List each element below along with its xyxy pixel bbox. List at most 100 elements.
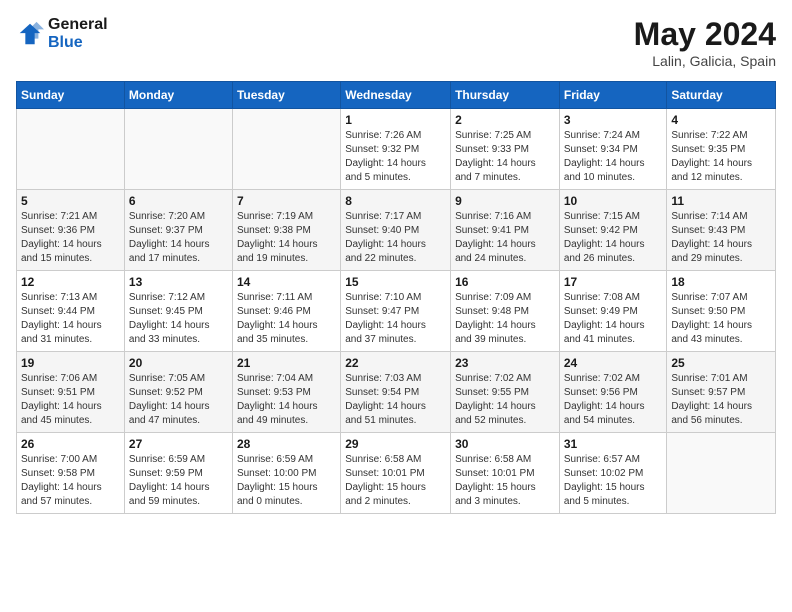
calendar-cell: 8 Sunrise: 7:17 AM Sunset: 9:40 PM Daylig…: [341, 190, 451, 271]
day-number: 29: [345, 437, 446, 451]
calendar-week-row: 26Sunrise: 7:00 AM Sunset: 9:58 PM Dayli…: [17, 433, 776, 514]
day-number: 13: [129, 275, 228, 289]
calendar-table: SundayMondayTuesdayWednesdayThursdayFrid…: [16, 81, 776, 514]
logo-icon: [16, 20, 44, 48]
calendar-cell: 10Sunrise: 7:15 AM Sunset: 9:42 PM Dayli…: [559, 190, 667, 271]
weekday-header: Thursday: [451, 82, 560, 109]
page-header: General Blue May 2024 Lalin, Galicia, Sp…: [16, 16, 776, 69]
day-number: 28: [237, 437, 336, 451]
month-year: May 2024: [634, 16, 776, 53]
calendar-cell: 30 Sunrise: 6:58 AM Sunset: 10:01 PM Dayl…: [451, 433, 560, 514]
calendar-cell: 29 Sunrise: 6:58 AM Sunset: 10:01 PM Dayl…: [341, 433, 451, 514]
day-number: 30: [455, 437, 555, 451]
day-number: 23: [455, 356, 555, 370]
calendar-cell: 4 Sunrise: 7:22 AM Sunset: 9:35 PM Daylig…: [667, 109, 776, 190]
day-info: Sunrise: 7:05 AM Sunset: 9:52 PM Dayligh…: [129, 372, 228, 428]
day-number: 9: [455, 194, 555, 208]
calendar-cell: [667, 433, 776, 514]
calendar-cell: 12Sunrise: 7:13 AM Sunset: 9:44 PM Dayli…: [17, 271, 125, 352]
calendar-cell: 31 Sunrise: 6:57 AM Sunset: 10:02 PM Dayl…: [559, 433, 667, 514]
day-number: 12: [21, 275, 120, 289]
calendar-cell: 24 Sunrise: 7:02 AM Sunset: 9:56 PM Dayli…: [559, 352, 667, 433]
day-info: Sunrise: 7:16 AM Sunset: 9:41 PM Dayligh…: [455, 210, 555, 266]
day-info: Sunrise: 7:08 AM Sunset: 9:49 PM Dayligh…: [564, 291, 663, 347]
calendar-cell: 17Sunrise: 7:08 AM Sunset: 9:49 PM Dayli…: [559, 271, 667, 352]
day-info: Sunrise: 7:07 AM Sunset: 9:50 PM Dayligh…: [671, 291, 771, 347]
calendar-cell: 25 Sunrise: 7:01 AM Sunset: 9:57 PM Dayli…: [667, 352, 776, 433]
calendar-cell: 23Sunrise: 7:02 AM Sunset: 9:55 PM Dayli…: [451, 352, 560, 433]
day-info: Sunrise: 6:58 AM Sunset: 10:01 PM Daylig…: [455, 453, 555, 509]
day-number: 25: [671, 356, 771, 370]
calendar-cell: 5Sunrise: 7:21 AM Sunset: 9:36 PM Daylig…: [17, 190, 125, 271]
day-info: Sunrise: 7:02 AM Sunset: 9:56 PM Dayligh…: [564, 372, 663, 428]
day-number: 7: [237, 194, 336, 208]
weekday-header: Monday: [124, 82, 232, 109]
calendar-body: 1Sunrise: 7:26 AM Sunset: 9:32 PM Daylig…: [17, 109, 776, 514]
calendar-cell: 16 Sunrise: 7:09 AM Sunset: 9:48 PM Dayli…: [451, 271, 560, 352]
day-info: Sunrise: 7:15 AM Sunset: 9:42 PM Dayligh…: [564, 210, 663, 266]
calendar-week-row: 12Sunrise: 7:13 AM Sunset: 9:44 PM Dayli…: [17, 271, 776, 352]
day-info: Sunrise: 6:58 AM Sunset: 10:01 PM Daylig…: [345, 453, 446, 509]
day-info: Sunrise: 7:21 AM Sunset: 9:36 PM Dayligh…: [21, 210, 120, 266]
day-number: 21: [237, 356, 336, 370]
day-number: 6: [129, 194, 228, 208]
calendar-cell: 20Sunrise: 7:05 AM Sunset: 9:52 PM Dayli…: [124, 352, 232, 433]
weekday-header: Tuesday: [232, 82, 340, 109]
day-number: 2: [455, 113, 555, 127]
calendar-cell: 28 Sunrise: 6:59 AM Sunset: 10:00 PM Dayl…: [232, 433, 340, 514]
logo-general: General: [48, 16, 108, 34]
calendar-week-row: 5Sunrise: 7:21 AM Sunset: 9:36 PM Daylig…: [17, 190, 776, 271]
day-info: Sunrise: 6:59 AM Sunset: 10:00 PM Daylig…: [237, 453, 336, 509]
calendar-cell: 1Sunrise: 7:26 AM Sunset: 9:32 PM Daylig…: [341, 109, 451, 190]
day-info: Sunrise: 7:19 AM Sunset: 9:38 PM Dayligh…: [237, 210, 336, 266]
logo-blue: Blue: [48, 34, 108, 52]
day-info: Sunrise: 7:09 AM Sunset: 9:48 PM Dayligh…: [455, 291, 555, 347]
calendar-cell: 9 Sunrise: 7:16 AM Sunset: 9:41 PM Daylig…: [451, 190, 560, 271]
day-info: Sunrise: 7:20 AM Sunset: 9:37 PM Dayligh…: [129, 210, 228, 266]
calendar-week-row: 19 Sunrise: 7:06 AM Sunset: 9:51 PM Dayli…: [17, 352, 776, 433]
day-number: 3: [564, 113, 663, 127]
day-number: 24: [564, 356, 663, 370]
calendar-cell: 11 Sunrise: 7:14 AM Sunset: 9:43 PM Dayli…: [667, 190, 776, 271]
day-number: 1: [345, 113, 446, 127]
day-number: 14: [237, 275, 336, 289]
day-number: 16: [455, 275, 555, 289]
day-info: Sunrise: 6:57 AM Sunset: 10:02 PM Daylig…: [564, 453, 663, 509]
day-number: 11: [671, 194, 771, 208]
day-info: Sunrise: 7:11 AM Sunset: 9:46 PM Dayligh…: [237, 291, 336, 347]
day-number: 18: [671, 275, 771, 289]
day-number: 27: [129, 437, 228, 451]
location: Lalin, Galicia, Spain: [634, 53, 776, 69]
day-number: 31: [564, 437, 663, 451]
day-info: Sunrise: 7:17 AM Sunset: 9:40 PM Dayligh…: [345, 210, 446, 266]
day-info: Sunrise: 7:22 AM Sunset: 9:35 PM Dayligh…: [671, 129, 771, 185]
day-info: Sunrise: 7:06 AM Sunset: 9:51 PM Dayligh…: [21, 372, 120, 428]
calendar-cell: [17, 109, 125, 190]
calendar-cell: [232, 109, 340, 190]
day-info: Sunrise: 7:00 AM Sunset: 9:58 PM Dayligh…: [21, 453, 120, 509]
calendar-cell: 21 Sunrise: 7:04 AM Sunset: 9:53 PM Dayli…: [232, 352, 340, 433]
weekday-header-row: SundayMondayTuesdayWednesdayThursdayFrid…: [17, 82, 776, 109]
weekday-header: Friday: [559, 82, 667, 109]
day-number: 8: [345, 194, 446, 208]
day-info: Sunrise: 7:25 AM Sunset: 9:33 PM Dayligh…: [455, 129, 555, 185]
calendar-cell: 19 Sunrise: 7:06 AM Sunset: 9:51 PM Dayli…: [17, 352, 125, 433]
day-number: 15: [345, 275, 446, 289]
day-number: 4: [671, 113, 771, 127]
calendar-cell: 26Sunrise: 7:00 AM Sunset: 9:58 PM Dayli…: [17, 433, 125, 514]
weekday-header: Saturday: [667, 82, 776, 109]
calendar-cell: 18 Sunrise: 7:07 AM Sunset: 9:50 PM Dayli…: [667, 271, 776, 352]
logo: General Blue: [16, 16, 108, 51]
calendar-cell: 22 Sunrise: 7:03 AM Sunset: 9:54 PM Dayli…: [341, 352, 451, 433]
day-info: Sunrise: 7:04 AM Sunset: 9:53 PM Dayligh…: [237, 372, 336, 428]
day-info: Sunrise: 7:01 AM Sunset: 9:57 PM Dayligh…: [671, 372, 771, 428]
calendar-cell: 15Sunrise: 7:10 AM Sunset: 9:47 PM Dayli…: [341, 271, 451, 352]
day-info: Sunrise: 7:03 AM Sunset: 9:54 PM Dayligh…: [345, 372, 446, 428]
calendar-header: SundayMondayTuesdayWednesdayThursdayFrid…: [17, 82, 776, 109]
calendar-cell: 7 Sunrise: 7:19 AM Sunset: 9:38 PM Daylig…: [232, 190, 340, 271]
calendar-cell: [124, 109, 232, 190]
day-info: Sunrise: 7:14 AM Sunset: 9:43 PM Dayligh…: [671, 210, 771, 266]
calendar-week-row: 1Sunrise: 7:26 AM Sunset: 9:32 PM Daylig…: [17, 109, 776, 190]
day-number: 19: [21, 356, 120, 370]
day-number: 22: [345, 356, 446, 370]
